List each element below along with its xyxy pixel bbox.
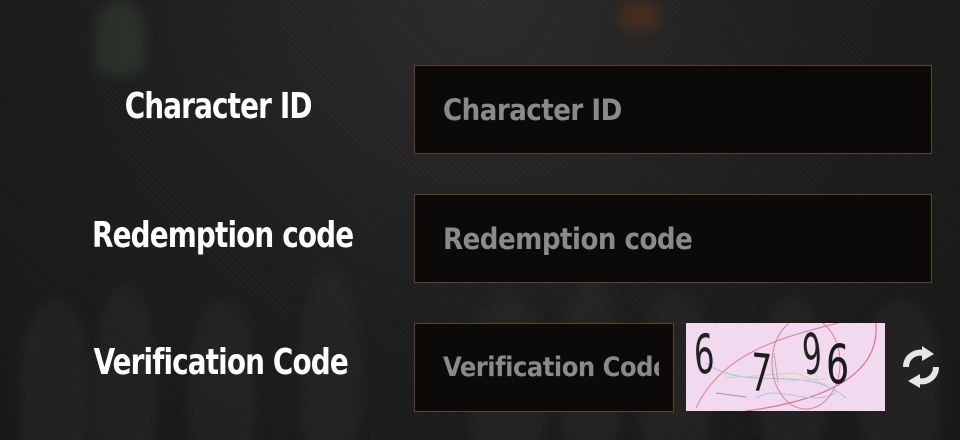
- verification-code-label: Verification Code: [93, 342, 349, 383]
- captcha-digit-2: 7: [749, 343, 773, 405]
- redemption-code-label: Redemption code: [92, 215, 354, 256]
- refresh-icon: [903, 346, 939, 388]
- verification-code-field[interactable]: [414, 323, 674, 412]
- background-figure: [20, 300, 90, 440]
- character-id-input[interactable]: [415, 66, 931, 153]
- verification-code-input[interactable]: [415, 324, 673, 411]
- captcha-image[interactable]: 6 7 9 6: [686, 323, 885, 411]
- captcha-digit-1: 6: [692, 323, 717, 388]
- captcha-graphic: [686, 323, 885, 411]
- redemption-code-input[interactable]: [415, 195, 931, 282]
- refresh-captcha-button[interactable]: [897, 345, 945, 389]
- character-id-field[interactable]: [414, 65, 932, 154]
- background-figure: [95, 0, 145, 75]
- redeem-form-screen: Character ID Redemption code Verificatio…: [0, 0, 960, 440]
- character-id-label: Character ID: [124, 86, 313, 127]
- background-light: [620, 0, 660, 30]
- captcha-digit-4: 6: [826, 333, 850, 396]
- redemption-code-field[interactable]: [414, 194, 932, 283]
